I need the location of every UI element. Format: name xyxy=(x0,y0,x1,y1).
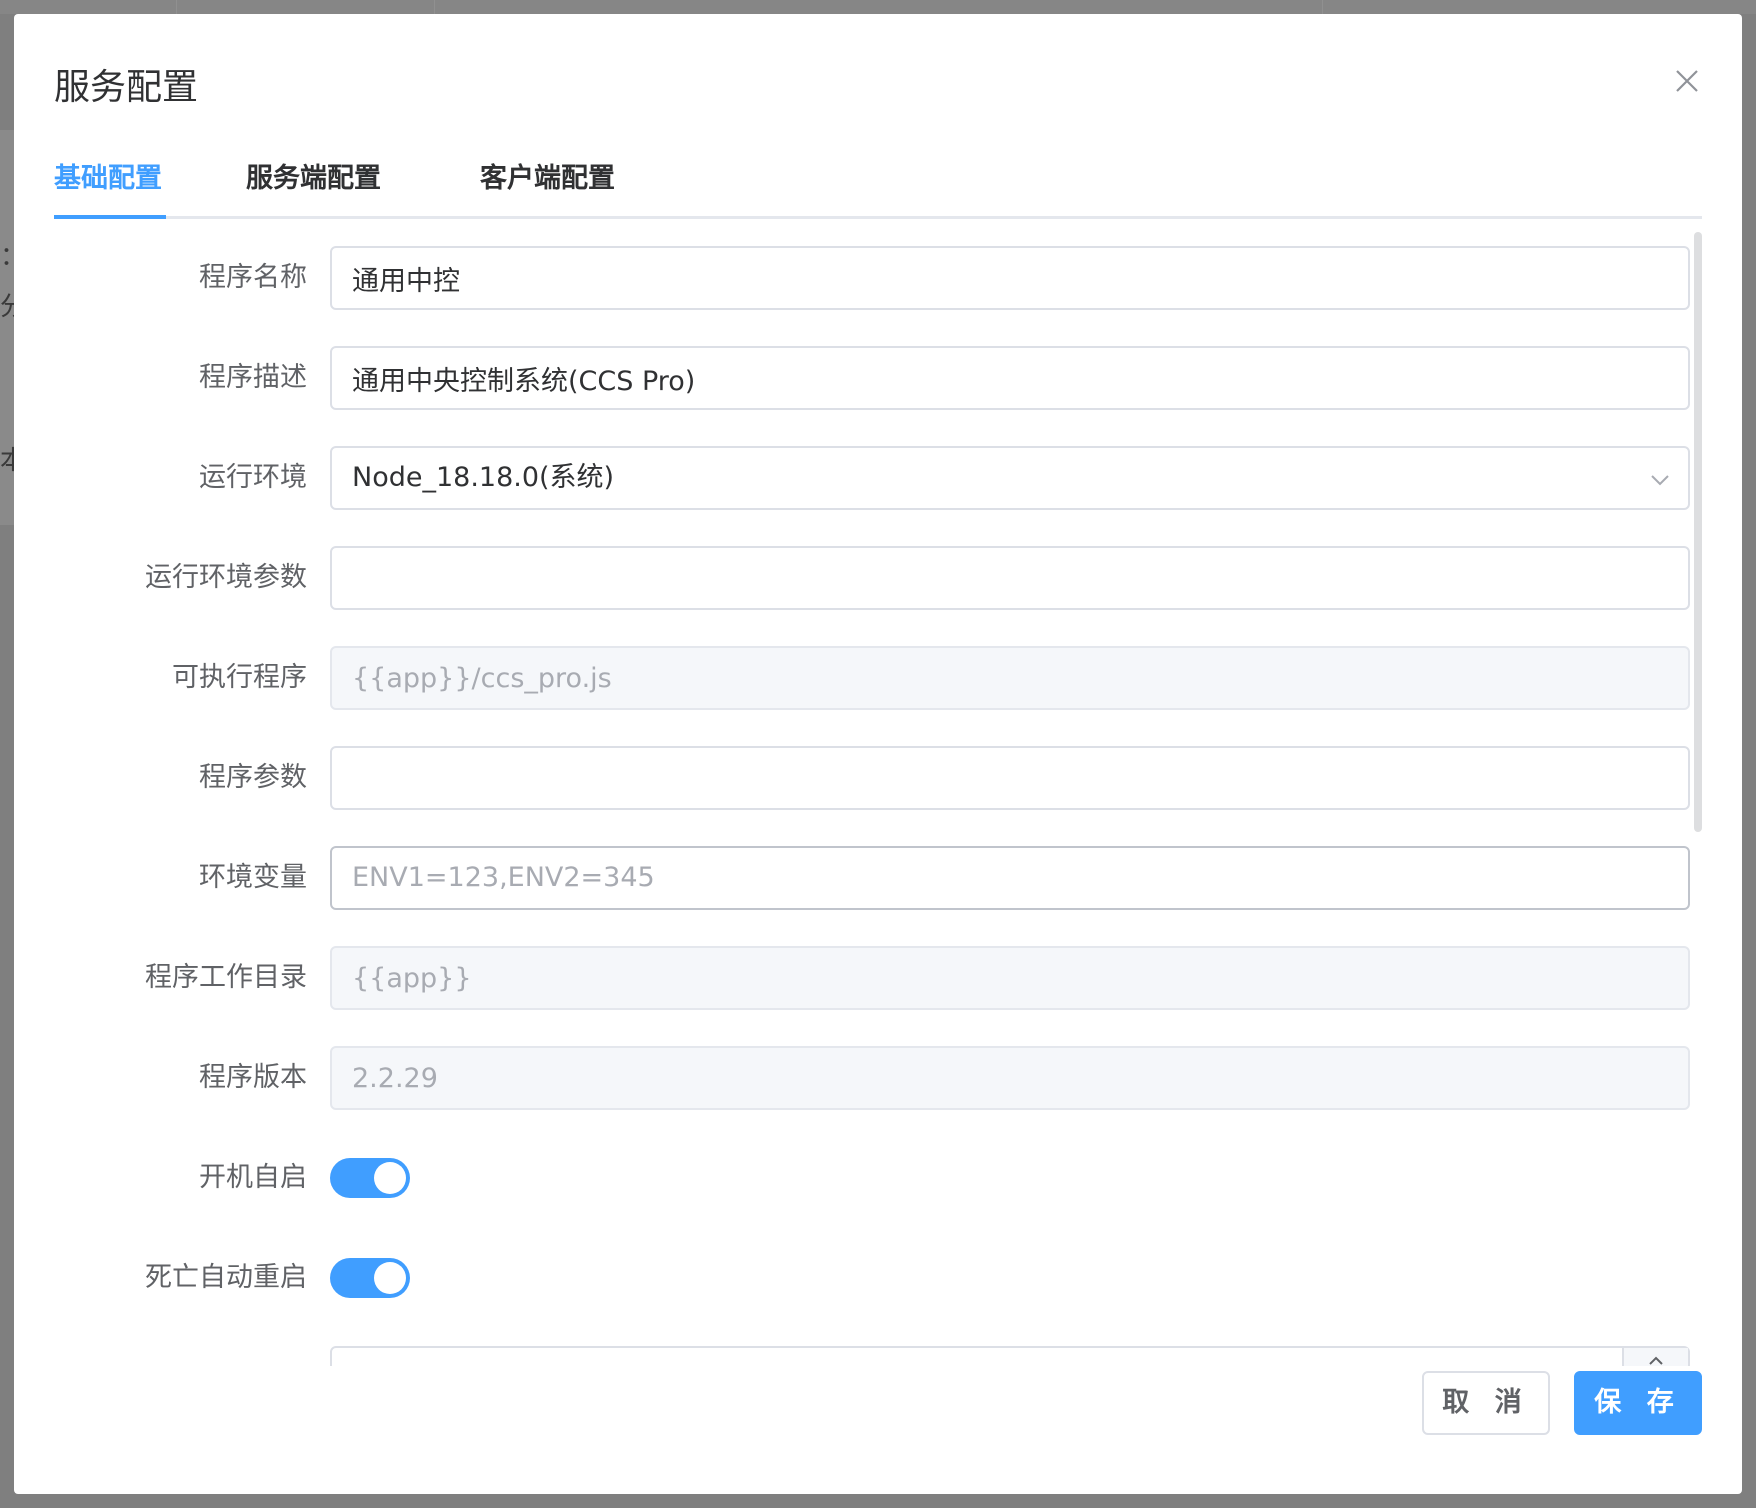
env-vars-label: 环境变量 xyxy=(199,862,307,893)
runtime-select[interactable]: Node_18.18.0(系统) xyxy=(330,446,1690,510)
close-icon xyxy=(1676,70,1698,92)
background-divider xyxy=(176,0,177,14)
toggle-knob xyxy=(374,1162,406,1194)
autostart-toggle[interactable] xyxy=(330,1158,410,1198)
env-vars-input[interactable]: ENV1=123,ENV2=345 xyxy=(330,846,1690,910)
service-config-dialog: 服务配置 基础配置 服务端配置 客户端配置 程序名称 程序描述 运行环境 Nod… xyxy=(14,14,1742,1494)
active-tab-indicator xyxy=(54,215,166,219)
form-row-work-dir: 程序工作目录 xyxy=(14,946,1742,1010)
number-increase-button[interactable] xyxy=(1622,1348,1688,1366)
form-row-executable: 可执行程序 xyxy=(14,646,1742,710)
form-row-program-params: 程序参数 xyxy=(14,746,1742,810)
runtime-params-input[interactable] xyxy=(330,546,1690,610)
chevron-up-icon xyxy=(1649,1356,1663,1365)
program-params-label: 程序参数 xyxy=(199,762,307,793)
form-row-program-desc: 程序描述 xyxy=(14,346,1742,410)
env-vars-placeholder: ENV1=123,ENV2=345 xyxy=(352,862,655,893)
form-row-runtime: 运行环境 Node_18.18.0(系统) xyxy=(14,446,1742,510)
chevron-down-icon xyxy=(1651,475,1669,486)
form-scrollbar[interactable] xyxy=(1694,232,1702,832)
tab-client-config[interactable]: 客户端配置 xyxy=(480,156,615,195)
program-desc-input[interactable] xyxy=(330,346,1690,410)
background-text-fragment: ：2 xyxy=(0,236,14,273)
form-row-env-vars: 环境变量 ENV1=123,ENV2=345 xyxy=(14,846,1742,910)
runtime-params-label: 运行环境参数 xyxy=(145,562,307,593)
runtime-label: 运行环境 xyxy=(199,462,307,493)
dialog-title: 服务配置 xyxy=(54,67,199,108)
tab-server-config[interactable]: 服务端配置 xyxy=(246,156,381,195)
tab-basic-config[interactable]: 基础配置 xyxy=(54,156,162,195)
close-button[interactable] xyxy=(1672,66,1702,96)
background-divider xyxy=(1322,0,1323,14)
program-desc-label: 程序描述 xyxy=(199,362,307,393)
autostart-label: 开机自启 xyxy=(199,1162,307,1193)
program-params-input[interactable] xyxy=(330,746,1690,810)
runtime-selected-value: Node_18.18.0(系统) xyxy=(352,462,615,493)
executable-label: 可执行程序 xyxy=(172,662,307,693)
work-dir-label: 程序工作目录 xyxy=(145,962,307,993)
background-text-fragment: 分 xyxy=(0,292,14,322)
auto-restart-toggle[interactable] xyxy=(330,1258,410,1298)
program-name-label: 程序名称 xyxy=(199,262,307,293)
background-text-fragment: 本 xyxy=(0,446,14,476)
form-row-program-name: 程序名称 xyxy=(14,246,1742,310)
save-button[interactable]: 保 存 xyxy=(1574,1371,1702,1435)
form-row-runtime-params: 运行环境参数 xyxy=(14,546,1742,610)
auto-restart-label: 死亡自动重启 xyxy=(145,1262,307,1293)
form-row-auto-restart: 死亡自动重启 xyxy=(14,1246,1742,1310)
tab-bar: 基础配置 服务端配置 客户端配置 xyxy=(54,144,1702,219)
version-input xyxy=(330,1046,1690,1110)
basic-config-form: 程序名称 程序描述 运行环境 Node_18.18.0(系统) 运行环境参数 可… xyxy=(14,230,1742,1366)
version-label: 程序版本 xyxy=(199,1062,307,1093)
cancel-button[interactable]: 取 消 xyxy=(1422,1371,1550,1435)
executable-input xyxy=(330,646,1690,710)
background-divider xyxy=(434,0,435,14)
number-input[interactable] xyxy=(330,1346,1690,1366)
toggle-knob xyxy=(374,1262,406,1294)
form-row-autostart: 开机自启 xyxy=(14,1146,1742,1210)
form-row-number-partial xyxy=(14,1346,1742,1366)
form-row-version: 程序版本 xyxy=(14,1046,1742,1110)
program-name-input[interactable] xyxy=(330,246,1690,310)
background-app-header xyxy=(0,0,1756,14)
work-dir-input xyxy=(330,946,1690,1010)
